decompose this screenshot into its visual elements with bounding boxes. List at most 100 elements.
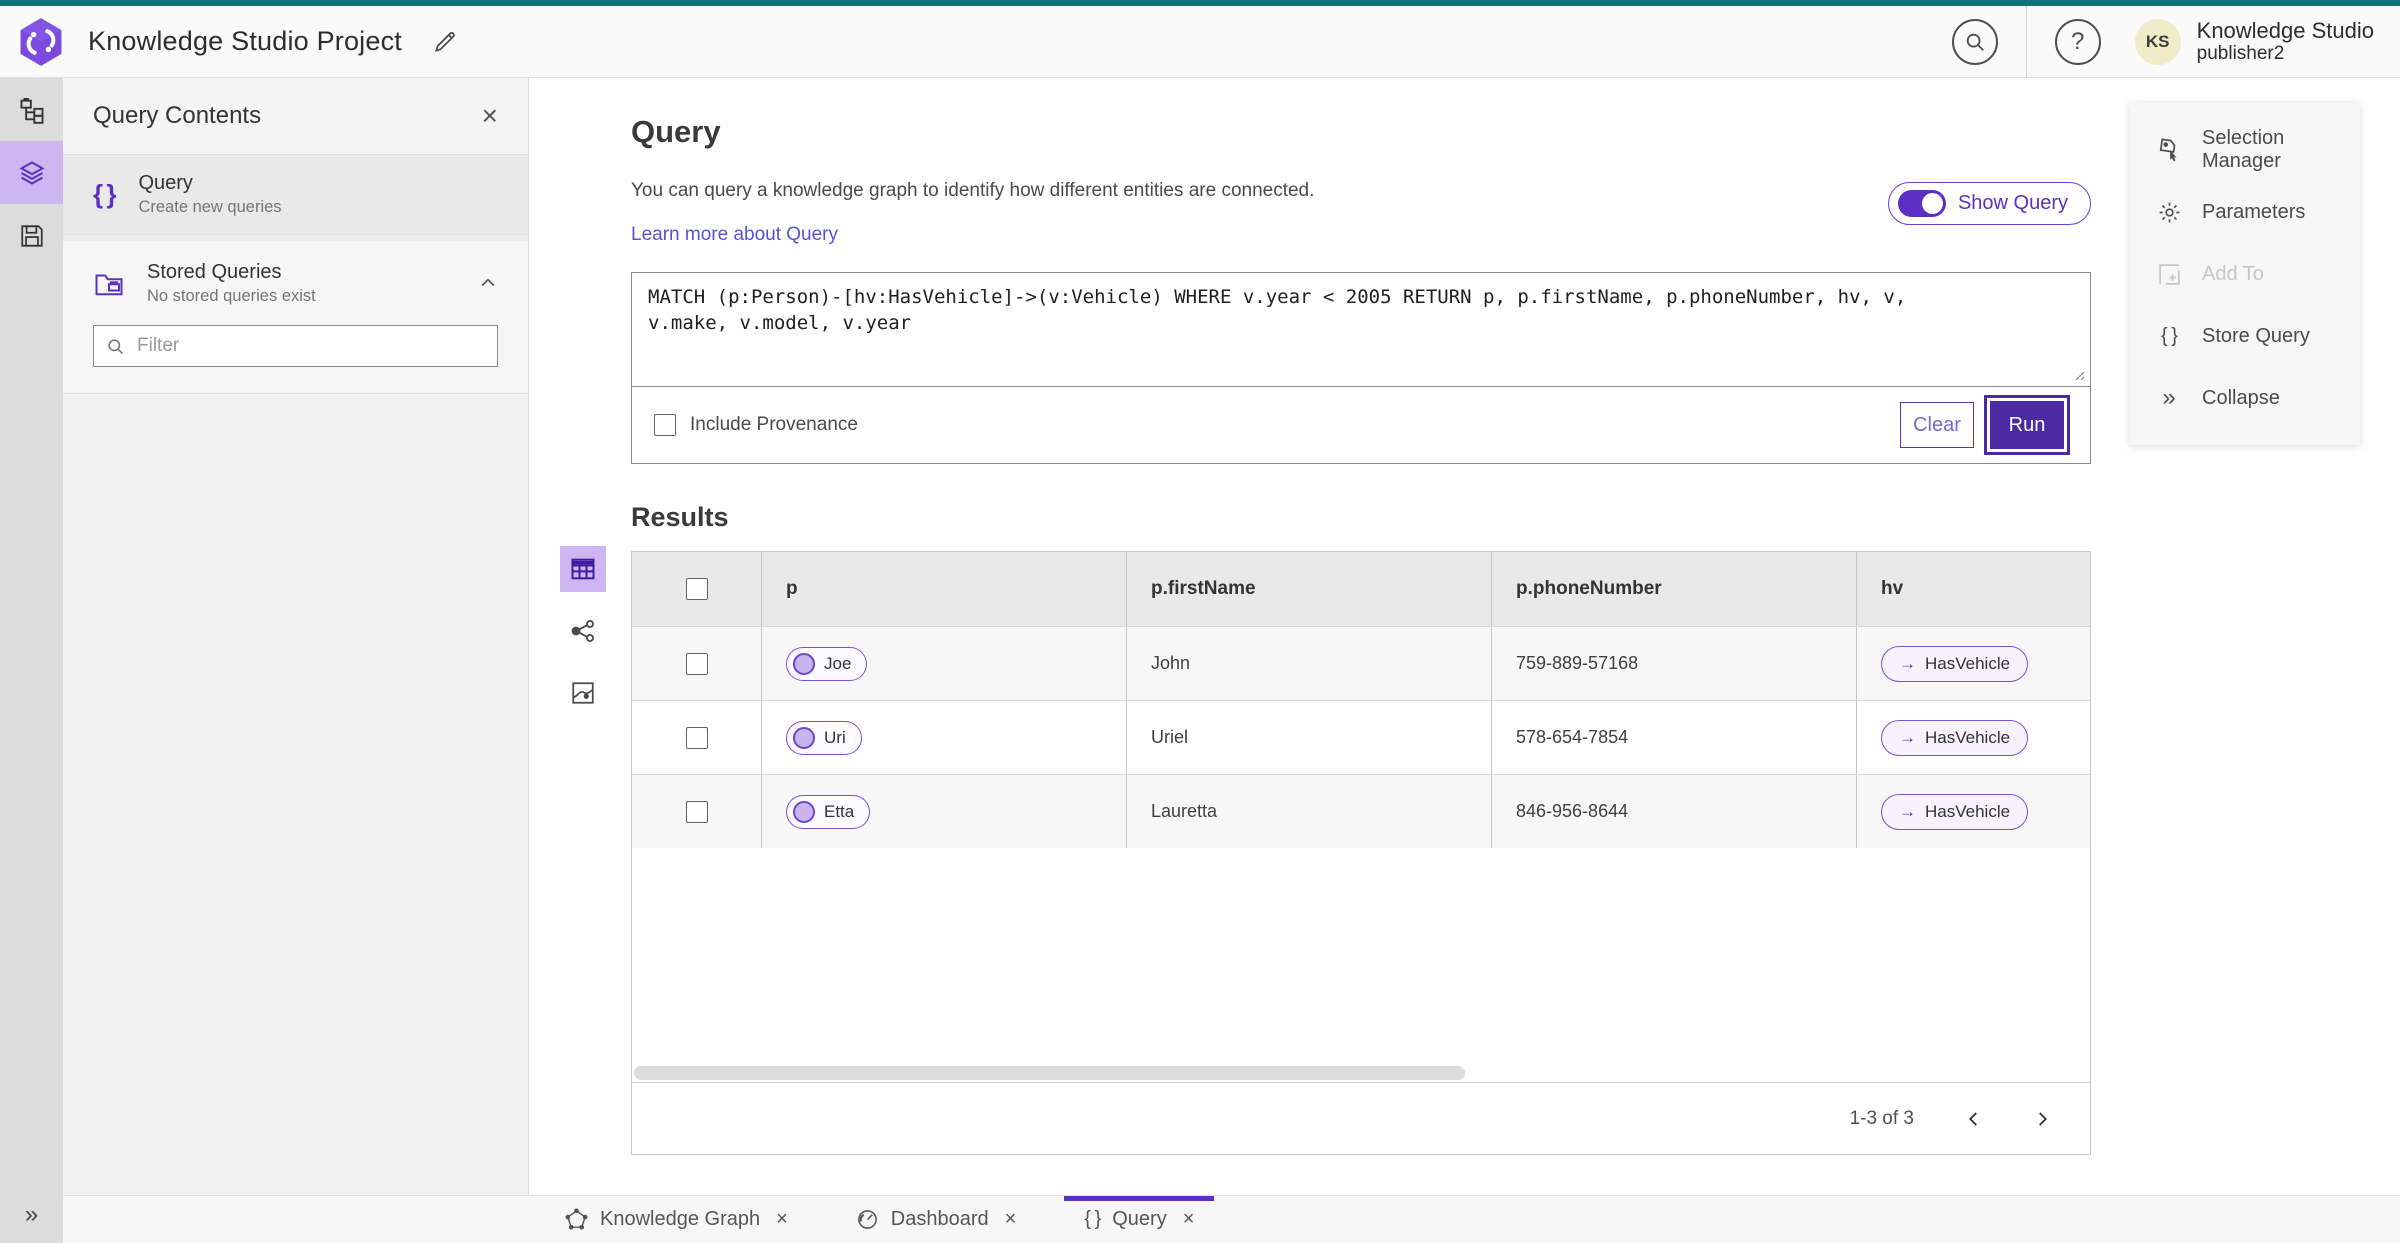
table-view-button[interactable] [560, 546, 606, 592]
select-all-checkbox[interactable] [685, 578, 708, 600]
edit-title-icon[interactable] [432, 29, 458, 55]
panel-item-query[interactable]: { } Query Create new queries [63, 155, 528, 235]
close-icon[interactable]: × [1183, 1208, 1195, 1231]
cell-firstname: Lauretta [1127, 775, 1492, 848]
relationship-pill[interactable]: → HasVehicle [1881, 645, 2029, 682]
query-editor[interactable]: MATCH (p:Person)-[hv:HasVehicle]->(v:Veh… [632, 273, 2090, 387]
row-checkbox[interactable] [685, 800, 708, 823]
cell-firstname: John [1127, 627, 1492, 700]
chevron-left-icon [1968, 1111, 1977, 1126]
column-header-hv[interactable]: hv [1857, 552, 2090, 626]
query-item-subtitle: Create new queries [138, 198, 282, 216]
query-contents-panel: Query Contents × { } Query Create new qu… [63, 78, 529, 1195]
relationship-label: HasVehicle [1925, 801, 2011, 821]
layers-icon [18, 160, 45, 185]
learn-more-link[interactable]: Learn more about Query [631, 224, 838, 246]
header-bar: Knowledge Studio Project ? KS Knowledge … [0, 5, 2400, 78]
entity-label: Joe [824, 653, 852, 673]
network-icon [571, 620, 594, 642]
stored-queries-subtitle: No stored queries exist [147, 286, 316, 305]
results-table: p p.firstName p.phoneNumber hv Joe John … [631, 551, 2091, 1155]
chevron-right-icon [2039, 1111, 2048, 1126]
rail-item-save[interactable] [0, 204, 63, 267]
graph-view-button[interactable] [560, 608, 606, 654]
panel-close-icon[interactable]: × [482, 102, 498, 130]
tab-label: Query [1112, 1208, 1167, 1230]
row-checkbox[interactable] [685, 652, 708, 675]
scrollbar-thumb[interactable] [634, 1066, 1466, 1080]
query-tools-panel: Selection Manager Parameters Add To {} … [2130, 103, 2360, 445]
filter-input[interactable] [137, 335, 485, 357]
table-row[interactable]: Etta Lauretta 846-956-8644 → HasVehicle [632, 774, 2090, 848]
clear-button[interactable]: Clear [1900, 402, 1974, 448]
user-role: publisher2 [2196, 43, 2285, 65]
selection-manager-button[interactable]: Selection Manager [2130, 119, 2360, 181]
close-icon[interactable]: × [1005, 1208, 1017, 1231]
resize-handle-icon[interactable] [2071, 367, 2085, 381]
run-button[interactable]: Run [1990, 401, 2064, 449]
selection-manager-icon [2156, 137, 2182, 163]
bottom-tab-bar: Knowledge Graph × Dashboard × {} Query … [63, 1195, 2400, 1243]
next-page-button[interactable] [2022, 1099, 2062, 1139]
relationship-pill[interactable]: → HasVehicle [1881, 793, 2029, 830]
main-content: Query You can query a knowledge graph to… [529, 78, 2400, 1195]
include-provenance-checkbox[interactable] [654, 414, 676, 436]
chevron-up-icon[interactable] [478, 273, 498, 293]
left-rail: » [0, 78, 63, 1243]
column-header-p[interactable]: p [762, 552, 1127, 626]
previous-page-button[interactable] [1954, 1099, 1994, 1139]
store-query-button[interactable]: { } Store Query [2130, 305, 2360, 367]
horizontal-scrollbar [632, 1064, 2090, 1082]
double-chevron-icon: » [24, 1201, 39, 1228]
tab-knowledge-graph[interactable]: Knowledge Graph × [545, 1196, 808, 1243]
help-button[interactable]: ? [2054, 18, 2101, 65]
rail-item-knowledge-graph[interactable] [0, 78, 63, 141]
tool-label: Parameters [2202, 200, 2306, 223]
query-item-title: Query [138, 172, 193, 194]
tool-label: Add To [2202, 262, 2264, 285]
relationship-pill[interactable]: → HasVehicle [1881, 719, 2029, 756]
entity-label: Uri [824, 727, 846, 747]
app-window: Knowledge Studio Project ? KS Knowledge … [0, 0, 2400, 1243]
rail-item-query-layers[interactable] [0, 141, 63, 204]
cell-firstname: Uriel [1127, 701, 1492, 774]
parameters-button[interactable]: Parameters [2130, 181, 2360, 243]
entity-pill[interactable]: Joe [786, 646, 868, 681]
add-to-icon [2156, 262, 2182, 287]
table-header-row: p p.firstName p.phoneNumber hv [632, 552, 2090, 626]
collapse-button[interactable]: » Collapse [2130, 367, 2360, 429]
show-query-toggle[interactable]: Show Query [1887, 182, 2091, 225]
divider [2025, 5, 2027, 78]
entity-pill[interactable]: Uri [786, 720, 862, 755]
query-box: MATCH (p:Person)-[hv:HasVehicle]->(v:Veh… [631, 272, 2091, 464]
stored-queries-header[interactable]: Stored Queries No stored queries exist [63, 241, 528, 325]
pagination-range: 1-3 of 3 [1849, 1107, 1914, 1129]
close-icon[interactable]: × [776, 1208, 788, 1231]
search-icon [1966, 33, 1984, 51]
panel-title: Query Contents [93, 102, 262, 129]
rail-expand-button[interactable]: » [0, 1187, 63, 1243]
entity-pill[interactable]: Etta [786, 794, 871, 829]
show-query-label: Show Query [1957, 192, 2068, 214]
search-button[interactable] [1951, 18, 1998, 65]
map-icon [572, 682, 594, 704]
panel-header: Query Contents × [63, 78, 528, 155]
table-row[interactable]: Joe John 759-889-57168 → HasVehicle [632, 626, 2090, 700]
map-view-button[interactable] [560, 670, 606, 716]
avatar[interactable]: KS [2134, 18, 2181, 65]
tool-label: Store Query [2202, 324, 2310, 347]
braces-icon: { } [93, 179, 117, 209]
filter-box [93, 325, 498, 367]
tab-dashboard[interactable]: Dashboard × [836, 1196, 1037, 1243]
tab-label: Dashboard [890, 1208, 989, 1230]
column-header-phonenumber[interactable]: p.phoneNumber [1492, 552, 1857, 626]
dashboard-gauge-icon [856, 1208, 879, 1231]
table-row[interactable]: Uri Uriel 578-654-7854 → HasVehicle [632, 700, 2090, 774]
entity-node-icon [793, 726, 815, 749]
tab-query[interactable]: { } Query × [1064, 1196, 1215, 1243]
column-header-firstname[interactable]: p.firstName [1127, 552, 1492, 626]
braces-icon: { } [2161, 324, 2178, 347]
row-checkbox[interactable] [685, 726, 708, 749]
page-description: You can query a knowledge graph to ident… [631, 180, 1315, 201]
hierarchy-icon [20, 97, 43, 124]
